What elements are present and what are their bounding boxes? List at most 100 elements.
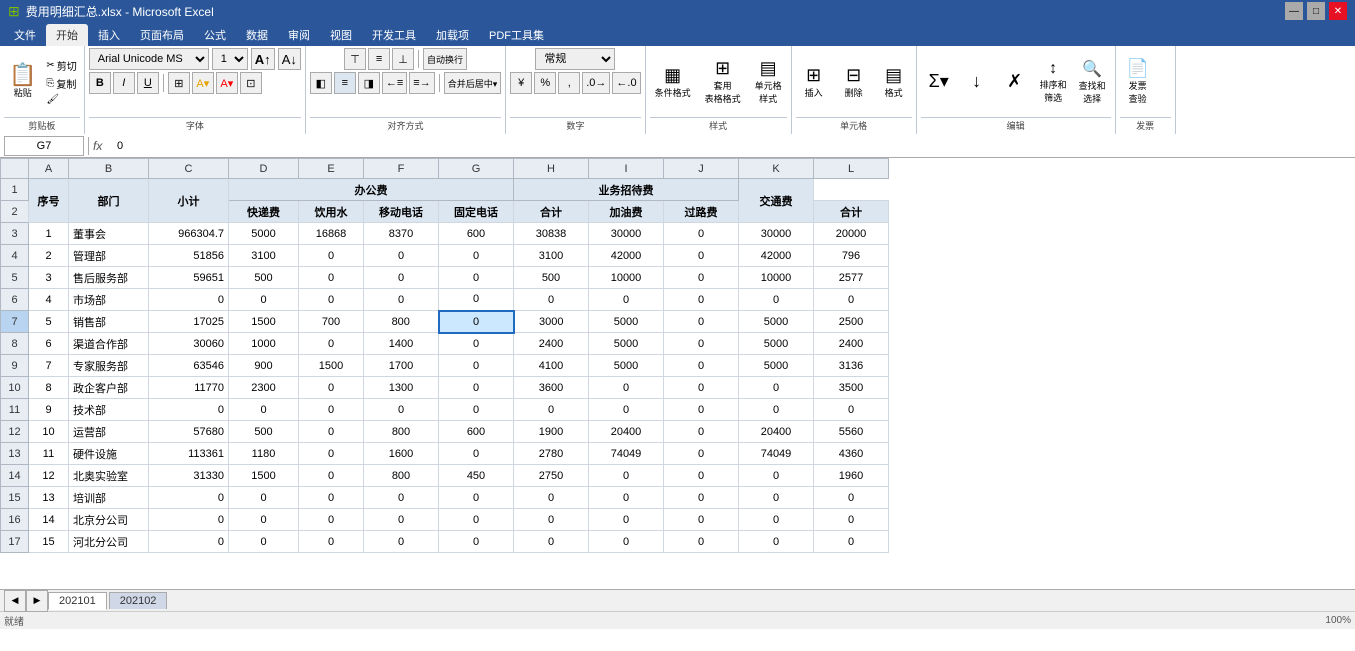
- minimize-button[interactable]: —: [1285, 2, 1303, 20]
- cell-E11[interactable]: 0: [299, 399, 364, 421]
- cell-A12[interactable]: 10: [29, 421, 69, 443]
- cell-K7[interactable]: 5000: [739, 311, 814, 333]
- tab-view[interactable]: 视图: [320, 24, 362, 46]
- cell-F2[interactable]: 移动电话: [364, 201, 439, 223]
- tab-addins[interactable]: 加载项: [426, 24, 479, 46]
- cell-K6[interactable]: 0: [739, 289, 814, 311]
- cell-L11[interactable]: 0: [814, 399, 889, 421]
- tab-nav-right[interactable]: ▶: [26, 590, 48, 612]
- cell-I4[interactable]: 42000: [589, 245, 664, 267]
- cell-I16[interactable]: 0: [589, 509, 664, 531]
- cell-K5[interactable]: 10000: [739, 267, 814, 289]
- align-right-button[interactable]: ◨: [358, 72, 380, 94]
- cell-G12[interactable]: 600: [439, 421, 514, 443]
- tab-formula[interactable]: 公式: [194, 24, 236, 46]
- cell-F7[interactable]: 800: [364, 311, 439, 333]
- format-painter-button[interactable]: 🖌: [43, 93, 79, 106]
- cell-B4[interactable]: 管理部: [69, 245, 149, 267]
- cell-H9[interactable]: 4100: [514, 355, 589, 377]
- conditional-format-button[interactable]: ▦ 条件格式: [650, 63, 696, 101]
- cell-G13[interactable]: 0: [439, 443, 514, 465]
- row-header-12[interactable]: 12: [1, 421, 29, 443]
- fill-button[interactable]: ↓: [959, 69, 995, 94]
- col-header-C[interactable]: C: [149, 159, 229, 179]
- increase-decimal-button[interactable]: ←.0: [612, 72, 640, 94]
- cell-I13[interactable]: 74049: [589, 443, 664, 465]
- cell-J12[interactable]: 0: [664, 421, 739, 443]
- cell-C12[interactable]: 57680: [149, 421, 229, 443]
- col-header-G[interactable]: G: [439, 159, 514, 179]
- cell-H17[interactable]: 0: [514, 531, 589, 553]
- merge-center-button[interactable]: 合并后居中▾: [444, 72, 502, 94]
- cell-J6[interactable]: 0: [664, 289, 739, 311]
- cell-C15[interactable]: 0: [149, 487, 229, 509]
- cell-F6[interactable]: 0: [364, 289, 439, 311]
- cell-F15[interactable]: 0: [364, 487, 439, 509]
- cell-D8[interactable]: 1000: [229, 333, 299, 355]
- cell-B15[interactable]: 培训部: [69, 487, 149, 509]
- cell-L16[interactable]: 0: [814, 509, 889, 531]
- cell-L17[interactable]: 0: [814, 531, 889, 553]
- cell-F3[interactable]: 8370: [364, 223, 439, 245]
- cell-G11[interactable]: 0: [439, 399, 514, 421]
- cell-H12[interactable]: 1900: [514, 421, 589, 443]
- cell-I1-merge[interactable]: 业务招待费: [514, 179, 739, 201]
- cell-G3[interactable]: 600: [439, 223, 514, 245]
- align-center-button[interactable]: ≡: [334, 72, 356, 94]
- cell-J10[interactable]: 0: [664, 377, 739, 399]
- cell-H11[interactable]: 0: [514, 399, 589, 421]
- tab-home[interactable]: 开始: [46, 24, 88, 46]
- cell-L4[interactable]: 796: [814, 245, 889, 267]
- cell-D14[interactable]: 1500: [229, 465, 299, 487]
- cell-K10[interactable]: 0: [739, 377, 814, 399]
- tab-nav-left[interactable]: ◀: [4, 590, 26, 612]
- cell-J16[interactable]: 0: [664, 509, 739, 531]
- col-header-L[interactable]: L: [814, 159, 889, 179]
- cell-I2[interactable]: 加油费: [589, 201, 664, 223]
- row-header-3[interactable]: 3: [1, 223, 29, 245]
- cell-L1[interactable]: 交通费: [739, 179, 814, 223]
- cell-L3[interactable]: 20000: [814, 223, 889, 245]
- table-format-button[interactable]: ⊞ 套用表格格式: [700, 56, 746, 107]
- cell-K17[interactable]: 0: [739, 531, 814, 553]
- sort-filter-button[interactable]: ↕ 排序和筛选: [1035, 58, 1072, 106]
- cell-B5[interactable]: 售后服务部: [69, 267, 149, 289]
- row-header-14[interactable]: 14: [1, 465, 29, 487]
- maximize-button[interactable]: □: [1307, 2, 1325, 20]
- align-top-button[interactable]: ⊤: [344, 48, 366, 70]
- cell-J11[interactable]: 0: [664, 399, 739, 421]
- cell-B11[interactable]: 技术部: [69, 399, 149, 421]
- cell-E8[interactable]: 0: [299, 333, 364, 355]
- cell-G7[interactable]: 0: [439, 311, 514, 333]
- percent-button[interactable]: %: [534, 72, 556, 94]
- cell-F12[interactable]: 800: [364, 421, 439, 443]
- cell-G17[interactable]: 0: [439, 531, 514, 553]
- cell-D4[interactable]: 3100: [229, 245, 299, 267]
- cell-H6[interactable]: 0: [514, 289, 589, 311]
- row-header-16[interactable]: 16: [1, 509, 29, 531]
- underline-button[interactable]: U: [137, 72, 159, 94]
- cell-C14[interactable]: 31330: [149, 465, 229, 487]
- close-button[interactable]: ✕: [1329, 2, 1347, 20]
- cell-L8[interactable]: 2400: [814, 333, 889, 355]
- cell-H13[interactable]: 2780: [514, 443, 589, 465]
- decrease-decimal-button[interactable]: .0→: [582, 72, 610, 94]
- cell-D7[interactable]: 1500: [229, 311, 299, 333]
- cell-L5[interactable]: 2577: [814, 267, 889, 289]
- cell-B8[interactable]: 渠道合作部: [69, 333, 149, 355]
- font-name-select[interactable]: Arial Unicode MS: [89, 48, 209, 70]
- row-header-1[interactable]: 1: [1, 179, 29, 201]
- cell-D11[interactable]: 0: [229, 399, 299, 421]
- delete-button[interactable]: ⊟ 删除: [836, 63, 872, 101]
- cell-C6[interactable]: 0: [149, 289, 229, 311]
- tab-insert[interactable]: 插入: [88, 24, 130, 46]
- font-size-select[interactable]: 11: [212, 48, 248, 70]
- cell-K9[interactable]: 5000: [739, 355, 814, 377]
- cell-A4[interactable]: 2: [29, 245, 69, 267]
- cell-H16[interactable]: 0: [514, 509, 589, 531]
- cell-J7[interactable]: 0: [664, 311, 739, 333]
- cell-I9[interactable]: 5000: [589, 355, 664, 377]
- cell-D5[interactable]: 500: [229, 267, 299, 289]
- cell-H14[interactable]: 2750: [514, 465, 589, 487]
- cell-B9[interactable]: 专家服务部: [69, 355, 149, 377]
